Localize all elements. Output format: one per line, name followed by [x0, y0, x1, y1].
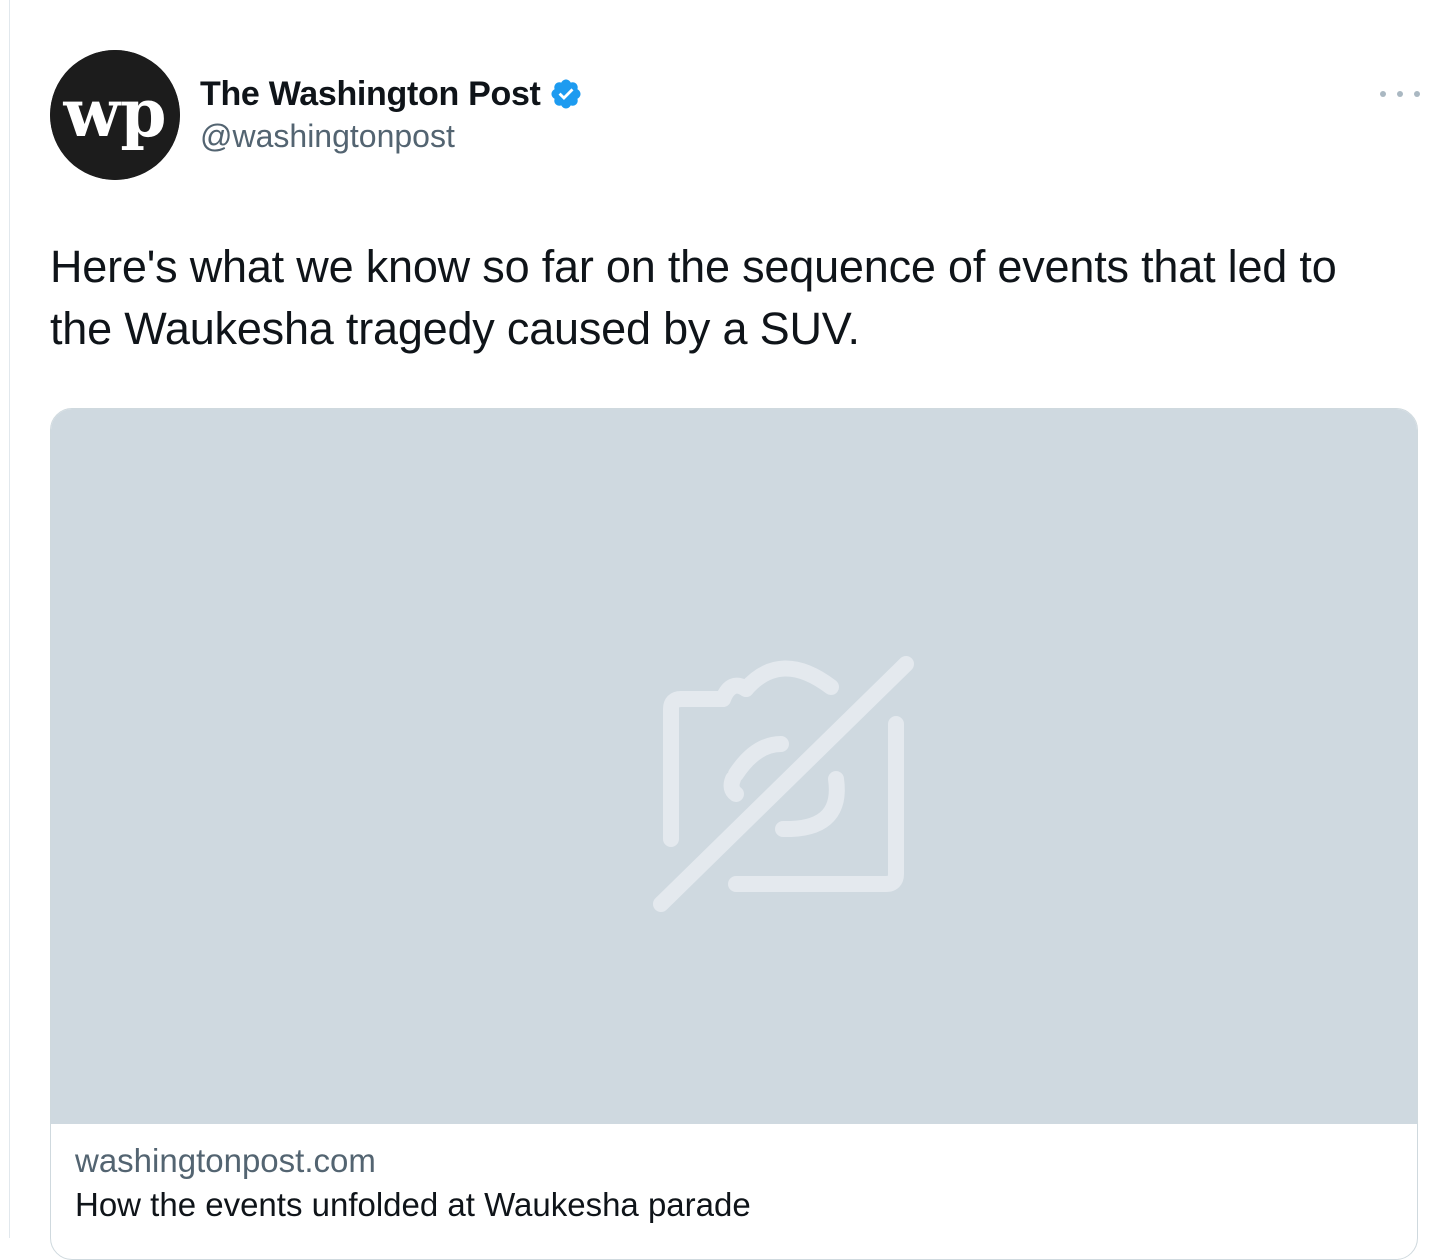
display-name-row: The Washington Post	[200, 72, 583, 116]
author-display-name[interactable]: The Washington Post	[200, 75, 541, 114]
more-options-icon-dot	[1397, 91, 1403, 97]
tweet-container: wp The Washington Post @washingtonpost H…	[0, 0, 1442, 1260]
verified-badge-icon	[551, 79, 581, 109]
wp-logo-icon: wp	[50, 50, 180, 180]
image-unavailable-icon	[653, 656, 914, 912]
more-options-icon-dot	[1414, 91, 1420, 97]
more-options-icon	[1380, 91, 1386, 97]
link-card-domain: washingtonpost.com	[75, 1142, 376, 1179]
link-card[interactable]: washingtonpost.com How the events unfold…	[50, 408, 1418, 1260]
timeline-divider	[9, 0, 10, 1238]
author-avatar[interactable]: wp	[50, 50, 180, 180]
more-options-button[interactable]	[1380, 82, 1420, 106]
link-card-media	[51, 409, 1417, 1124]
author-handle[interactable]: @washingtonpost	[200, 118, 583, 155]
link-card-title: How the events unfolded at Waukesha para…	[75, 1186, 751, 1223]
author-info[interactable]: The Washington Post @washingtonpost	[200, 72, 583, 155]
link-card-body: washingtonpost.com How the events unfold…	[75, 1139, 751, 1227]
tweet-text: Here's what we know so far on the sequen…	[50, 241, 1337, 354]
wp-logo-text: wp	[63, 74, 167, 152]
